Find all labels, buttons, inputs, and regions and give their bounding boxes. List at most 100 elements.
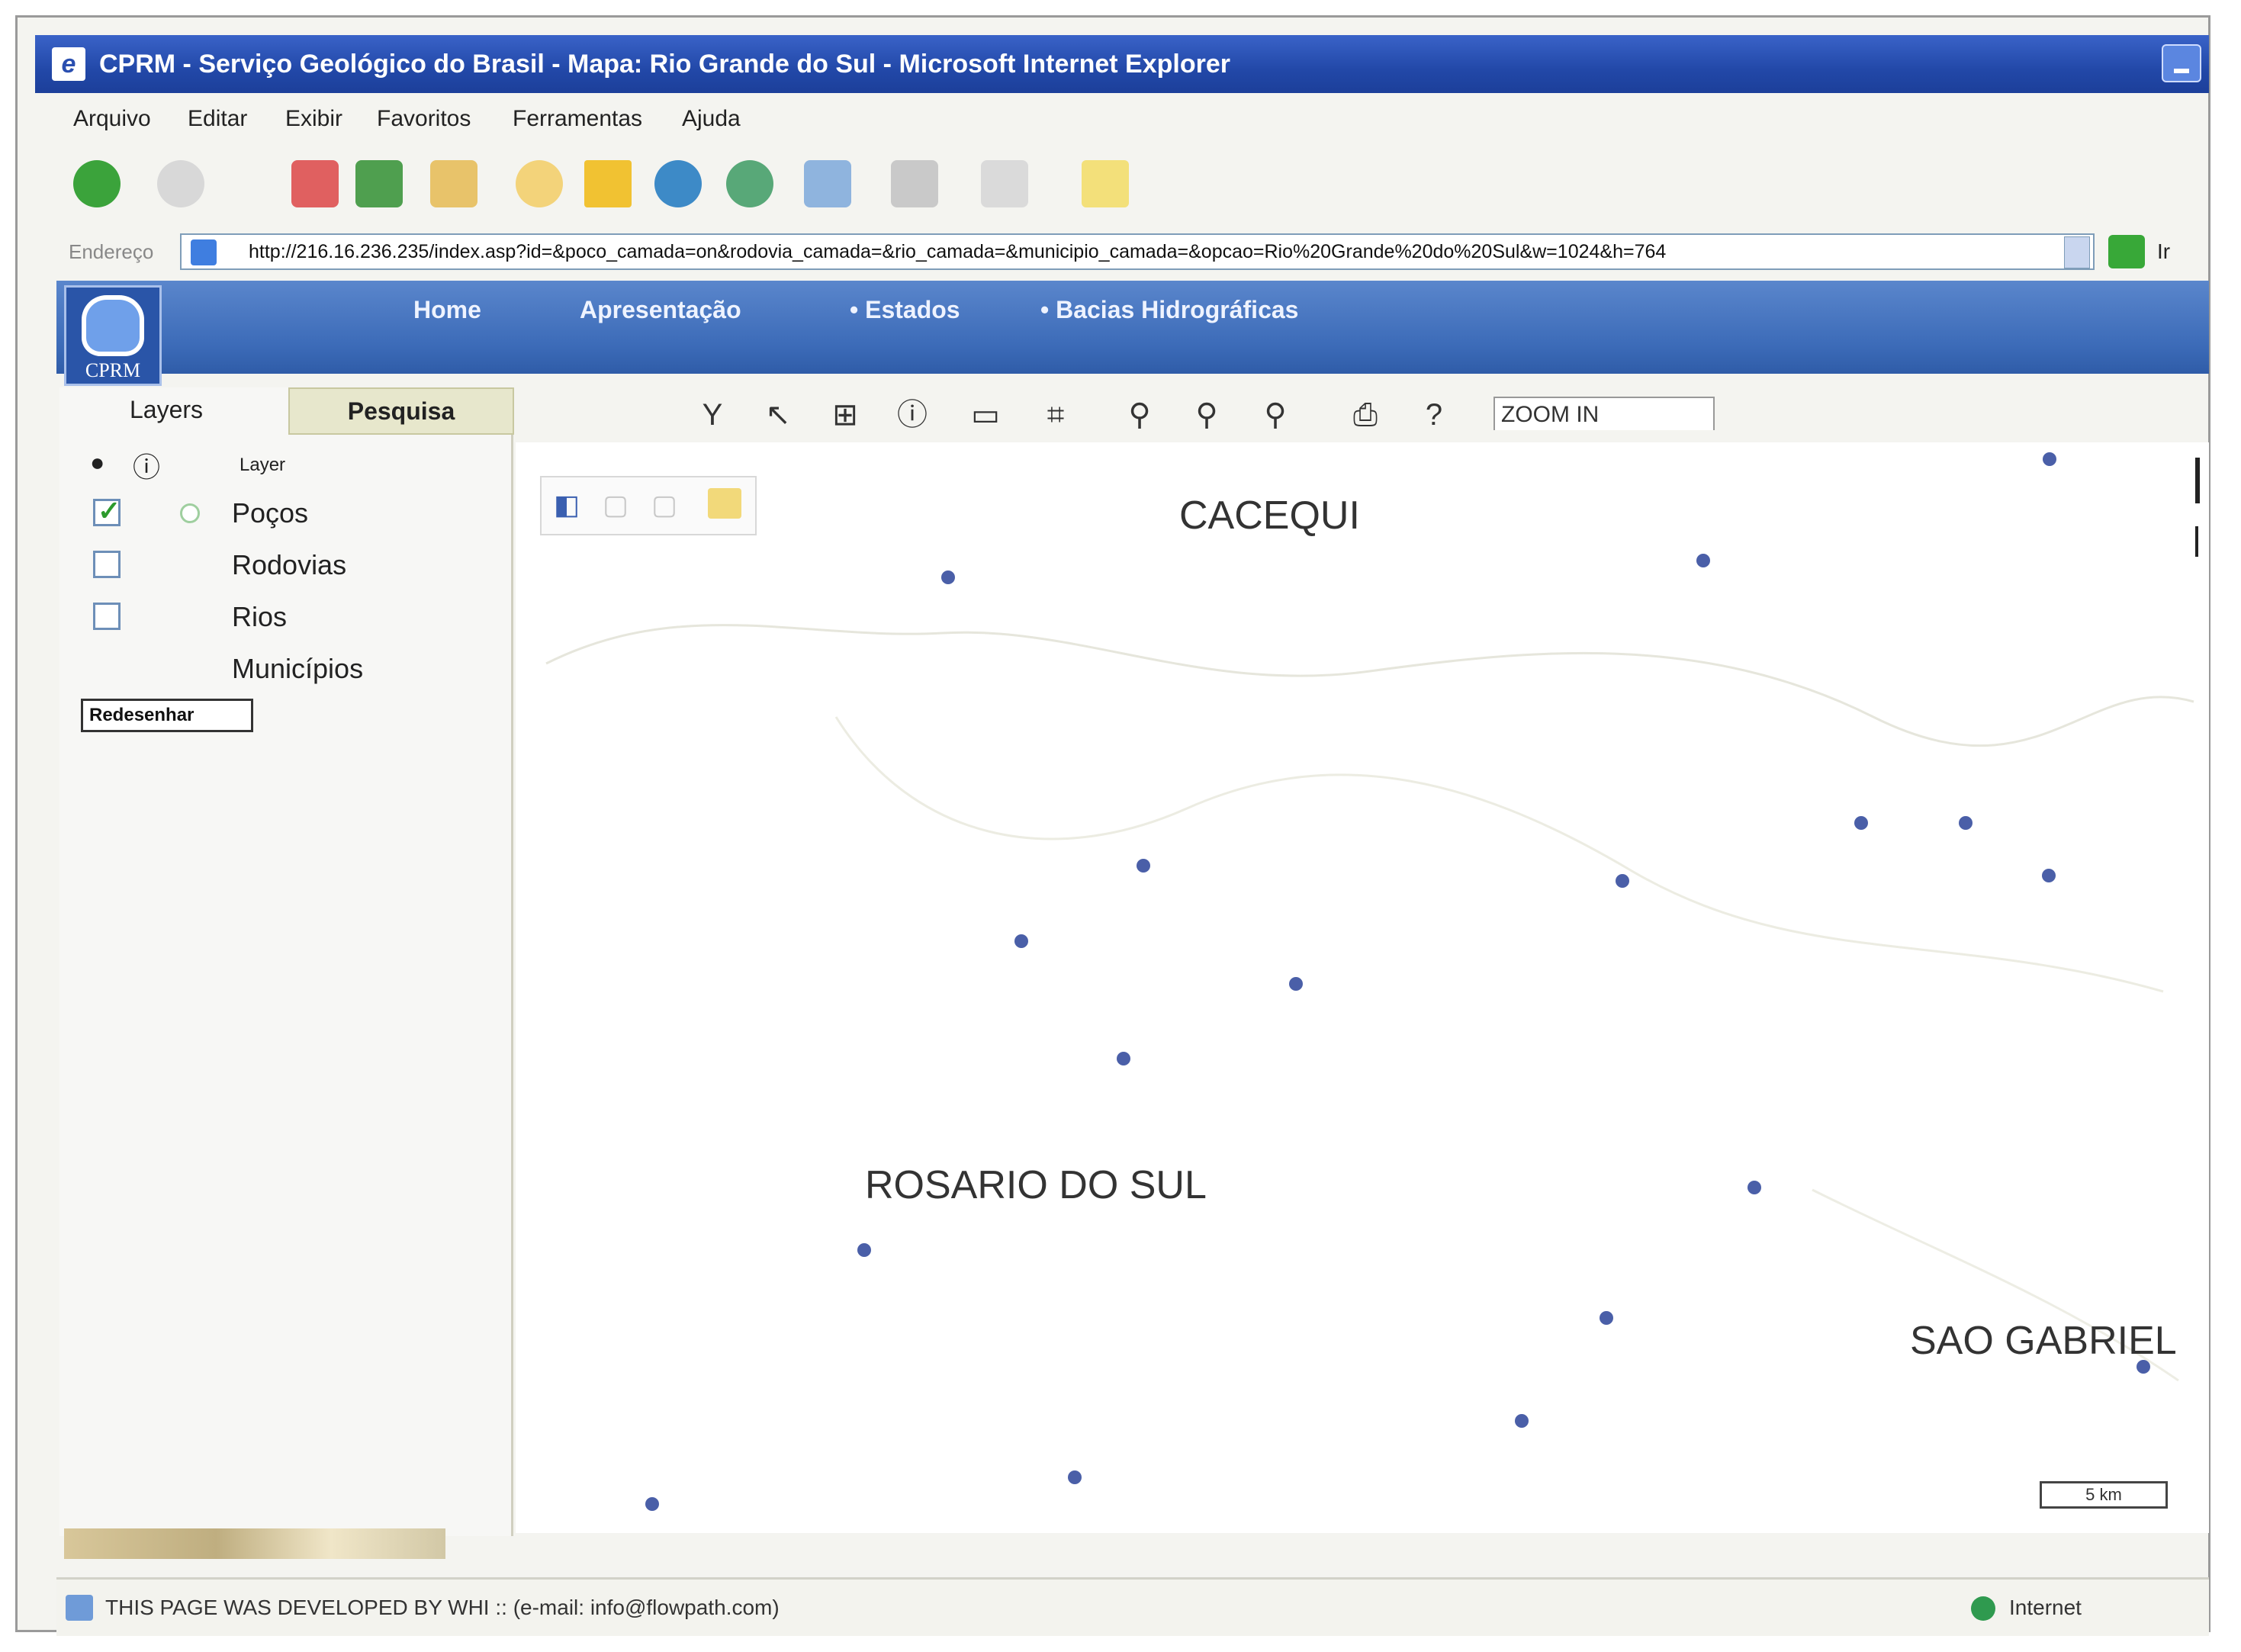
history-icon[interactable]: [726, 160, 773, 207]
page-status-icon: [66, 1595, 93, 1621]
well-marker[interactable]: [2042, 869, 2056, 882]
map-label-rosario-do-sul: ROSARIO DO SUL: [865, 1163, 1207, 1207]
internet-explorer-icon: e: [52, 47, 85, 81]
back-icon[interactable]: [73, 160, 121, 207]
well-marker[interactable]: [1014, 934, 1028, 948]
well-marker[interactable]: [857, 1243, 871, 1257]
address-input[interactable]: http://216.16.236.235/index.asp?id=&poco…: [180, 233, 2095, 270]
zoom-in-icon[interactable]: ⚲: [1121, 395, 1158, 435]
menu-arquivo[interactable]: Arquivo: [73, 98, 151, 140]
status-text: THIS PAGE WAS DEVELOPED BY WHI :: (e-mai…: [105, 1596, 780, 1619]
go-button[interactable]: Ir: [2157, 229, 2170, 275]
zoom-out-icon[interactable]: ⚲: [1257, 395, 1294, 435]
redesenhar-button[interactable]: Redesenhar: [81, 699, 253, 732]
home-icon[interactable]: [430, 160, 477, 207]
menu-favoritos[interactable]: Favoritos: [377, 98, 471, 140]
well-marker[interactable]: [2043, 452, 2056, 466]
checkbox-pocos[interactable]: [93, 495, 121, 527]
zoom-plus-icon[interactable]: ⚲: [1188, 395, 1225, 435]
browser-toolbar: [35, 149, 2209, 223]
active-layer-radio-pocos[interactable]: [180, 503, 200, 523]
edit-icon[interactable]: [981, 160, 1028, 207]
filter-icon[interactable]: Y: [694, 395, 731, 435]
full-extent-icon[interactable]: ⊞: [827, 395, 863, 435]
menu-editar[interactable]: Editar: [188, 98, 247, 140]
panel-footer-strip: [64, 1528, 445, 1559]
checkbox-rios[interactable]: [93, 603, 121, 630]
layer-header: Layer: [240, 455, 286, 475]
menu-ferramentas[interactable]: Ferramentas: [513, 98, 642, 140]
window-title-bar: e CPRM - Serviço Geológico do Brasil - M…: [35, 35, 2209, 93]
cprm-logo-text: CPRM: [85, 359, 141, 381]
nav-estados[interactable]: • Estados: [850, 296, 960, 324]
well-marker[interactable]: [1600, 1311, 1613, 1325]
nav-home[interactable]: Home: [413, 296, 481, 324]
map-label-cacequi: CACEQUI: [1179, 493, 1360, 538]
pointer-icon[interactable]: ↖: [760, 395, 796, 435]
go-arrow-icon[interactable]: [2108, 235, 2145, 268]
well-marker[interactable]: [1854, 816, 1868, 830]
address-dropdown-icon[interactable]: [2064, 236, 2090, 268]
layer-row-pocos: Poços: [90, 494, 471, 532]
layer-row-municipios: Municípios: [90, 650, 471, 688]
well-marker[interactable]: [1515, 1414, 1529, 1428]
map-print-icon[interactable]: ⎙: [1347, 395, 1384, 435]
map-base-features: [545, 624, 2194, 1382]
menu-ajuda[interactable]: Ajuda: [682, 98, 741, 140]
refresh-icon[interactable]: [355, 160, 403, 207]
nav-apresentacao[interactable]: Apresentação: [580, 296, 741, 324]
zone-label: Internet: [2009, 1596, 2082, 1619]
well-marker[interactable]: [645, 1497, 659, 1511]
search-icon[interactable]: [516, 160, 563, 207]
internet-zone-icon: [1971, 1596, 1995, 1621]
visibility-icon: ●: [90, 448, 105, 476]
menu-bar: Arquivo Editar Exibir Favoritos Ferramen…: [35, 98, 2209, 140]
identify-icon[interactable]: ⓘ: [894, 395, 931, 435]
well-marker[interactable]: [1616, 874, 1629, 888]
cprm-logo[interactable]: CPRM: [64, 285, 162, 386]
info-icon: ⓘ: [133, 452, 161, 483]
select-rect-icon[interactable]: ▭: [967, 395, 1004, 435]
layer-label-rodovias: Rodovias: [232, 549, 347, 580]
well-marker[interactable]: [1068, 1470, 1082, 1484]
minimize-button[interactable]: [2162, 44, 2201, 82]
layer-label-pocos: Poços: [232, 497, 309, 529]
status-bar: THIS PAGE WAS DEVELOPED BY WHI :: (e-mai…: [56, 1577, 2209, 1636]
select-area-icon[interactable]: ⌗: [1037, 395, 1074, 435]
tool-mode-label: ZOOM IN: [1493, 397, 1715, 430]
well-marker[interactable]: [1289, 977, 1303, 991]
address-label: Endereço: [69, 240, 154, 263]
site-header: CPRM Home Apresentação • Estados • Bacia…: [56, 281, 2209, 386]
cprm-logo-mark: [82, 295, 144, 356]
media-icon[interactable]: [654, 160, 702, 207]
stop-icon[interactable]: [291, 160, 339, 207]
address-bar: Endereço http://216.16.236.235/index.asp…: [35, 229, 2209, 275]
tab-layers[interactable]: Layers: [90, 387, 243, 432]
folder-icon[interactable]: [1082, 160, 1129, 207]
right-edge-artifact: [2195, 458, 2200, 557]
well-marker[interactable]: [1696, 554, 1710, 567]
page-icon: [191, 239, 217, 265]
layer-label-municipios: Municípios: [232, 653, 364, 684]
well-marker[interactable]: [1117, 1052, 1130, 1065]
help-icon[interactable]: ?: [1416, 395, 1452, 435]
menu-exibir[interactable]: Exibir: [285, 98, 342, 140]
nav-bacias[interactable]: • Bacias Hidrográficas: [1040, 296, 1298, 324]
print-icon[interactable]: [891, 160, 938, 207]
map-label-sao-gabriel: SAO GABRIEL: [1910, 1319, 2177, 1363]
well-marker[interactable]: [1959, 816, 1973, 830]
forward-icon[interactable]: [157, 160, 204, 207]
well-marker[interactable]: [941, 570, 955, 584]
well-marker[interactable]: [1747, 1181, 1761, 1194]
layer-header-row: ● ⓘ Layer: [90, 448, 471, 487]
layer-row-rios: Rios: [90, 598, 471, 636]
layers-panel: Layers Pesquisa ● ⓘ Layer Poços Rodovias…: [59, 387, 514, 1559]
address-url: http://216.16.236.235/index.asp?id=&poco…: [249, 241, 1667, 262]
map-canvas[interactable]: ◧ ▢ ▢ CACEQUI ROSARIO DO SUL SAO GABRIEL: [516, 442, 2209, 1533]
well-marker[interactable]: [1137, 859, 1150, 873]
checkbox-rodovias[interactable]: [93, 551, 121, 578]
mail-icon[interactable]: [804, 160, 851, 207]
favorites-icon[interactable]: [584, 160, 632, 207]
well-marker[interactable]: [2137, 1360, 2150, 1374]
tab-pesquisa[interactable]: Pesquisa: [288, 387, 514, 435]
